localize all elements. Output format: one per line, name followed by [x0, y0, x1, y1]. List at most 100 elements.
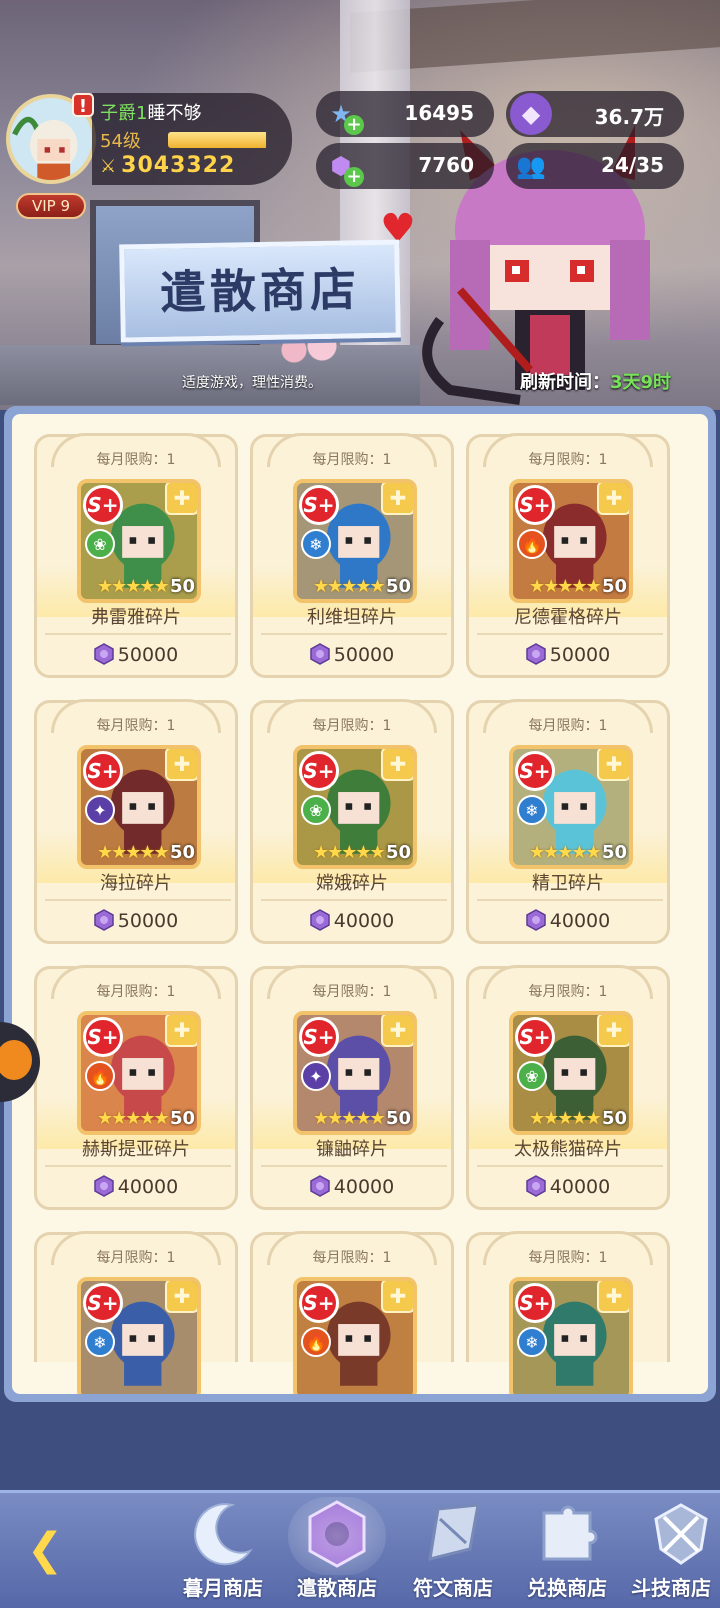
- puzzle-icon: [532, 1499, 602, 1569]
- star-currency-value: 16495: [404, 101, 474, 125]
- nav-tab[interactable]: 暮月商店: [164, 1493, 282, 1608]
- hero-shard-portrait[interactable]: S+ ❄ ✚ ★★★★★ 50: [509, 745, 633, 869]
- item-name: 嫦娥碎片: [316, 873, 388, 894]
- puzzle-piece-icon: ✚: [381, 749, 413, 781]
- hero-shard-portrait[interactable]: S+ ❄ ✚: [77, 1277, 201, 1394]
- hero-shard-portrait[interactable]: S+ 🔥 ✚ ★★★★★ 50: [77, 1011, 201, 1135]
- item-price[interactable]: 40000: [253, 909, 451, 932]
- assistant-face-icon: [0, 1040, 32, 1080]
- store-item-card[interactable]: 每月限购：1 S+ ❀ ✚ ★★★★★ 50 太极熊猫碎片 40000: [466, 965, 670, 1210]
- nav-tab[interactable]: 符文商店: [394, 1493, 512, 1608]
- hero-shard-portrait[interactable]: S+ ❄ ✚ ★★★★★ 50: [293, 479, 417, 603]
- price-value: 40000: [117, 1176, 179, 1198]
- price-divider: [477, 1165, 663, 1167]
- nav-tab[interactable]: 兑换商店: [508, 1493, 626, 1608]
- price-value: 40000: [549, 1176, 611, 1198]
- hero-shard-portrait[interactable]: S+ ✦ ✚ ★★★★★ 50: [77, 745, 201, 869]
- gem-currency[interactable]: ⬢ + 7760: [316, 143, 494, 189]
- item-name: 弗雷雅碎片: [91, 607, 181, 628]
- combat-power-value: 3043322: [121, 153, 236, 178]
- puzzle-piece-icon: ✚: [165, 1281, 197, 1313]
- store-item-card[interactable]: 每月限购：1 S+ ❄ ✚: [34, 1231, 238, 1394]
- crossed-swords-icon: ⚔: [100, 156, 118, 177]
- store-item-card[interactable]: 每月限购：1 S+ ❄ ✚ ★★★★★ 50 精卫碎片 40000: [466, 699, 670, 944]
- price-divider: [45, 633, 231, 635]
- add-gem-button[interactable]: +: [344, 167, 364, 187]
- price-value: 50000: [117, 644, 179, 666]
- item-price[interactable]: 40000: [469, 1175, 667, 1198]
- back-arrow-icon[interactable]: ❮: [18, 1523, 72, 1577]
- hero-shard-portrait[interactable]: S+ ❄ ✚: [509, 1277, 633, 1394]
- puzzle-piece-icon: ✚: [381, 1281, 413, 1313]
- store-item-card[interactable]: 每月限购：1 S+ ❄ ✚ ★★★★★ 50 利维坦碎片 50000: [250, 433, 454, 678]
- puzzle-piece-icon: ✚: [381, 1015, 413, 1047]
- purchase-limit: 每月限购：1: [312, 452, 392, 468]
- purchase-limit: 每月限购：1: [312, 718, 392, 734]
- rank-badge: S+: [515, 1017, 555, 1057]
- store-item-card[interactable]: 每月限购：1 S+ ❄ ✚: [466, 1231, 670, 1394]
- store-panel: 每月限购：1 S+ ❀ ✚ ★★★★★ 50 弗雷雅碎片 50000 每月限购：1 S+ ❄ ✚ ★★★…: [4, 406, 716, 1402]
- price-value: 50000: [333, 644, 395, 666]
- rank-badge: S+: [83, 485, 123, 525]
- player-info-panel[interactable]: 子爵1睡不够 54级 ⚔ 3043322: [92, 93, 292, 185]
- team-count[interactable]: 👥 24/35: [506, 143, 684, 189]
- hero-shard-portrait[interactable]: S+ ❀ ✚ ★★★★★ 50: [77, 479, 201, 603]
- item-price[interactable]: 50000: [37, 643, 235, 666]
- puzzle-piece-icon: ✚: [381, 483, 413, 515]
- moon-icon: [188, 1499, 258, 1569]
- store-item-list[interactable]: 每月限购：1 S+ ❀ ✚ ★★★★★ 50 弗雷雅碎片 50000 每月限购：1 S+ ❄ ✚ ★★★…: [12, 414, 708, 1394]
- dark-element-icon: ✦: [301, 1061, 331, 1091]
- add-star-button[interactable]: +: [344, 115, 364, 135]
- hero-level: 50: [601, 842, 627, 863]
- rank-badge: S+: [299, 1017, 339, 1057]
- crystal-icon: ◆: [510, 93, 552, 135]
- crystal-currency[interactable]: ◆ 36.7万: [506, 91, 684, 137]
- ice-element-icon: ❄: [517, 795, 547, 825]
- purchase-limit: 每月限购：1: [312, 1250, 392, 1266]
- item-name: 利维坦碎片: [307, 607, 397, 628]
- store-item-card[interactable]: 每月限购：1 S+ 🔥 ✚: [250, 1231, 454, 1394]
- gem-currency-icon: [310, 643, 330, 665]
- gem-currency-icon: [526, 909, 546, 931]
- puzzle-piece-icon: ✚: [597, 1281, 629, 1313]
- hero-level: 50: [385, 576, 411, 597]
- puzzle-piece-icon: ✚: [597, 1015, 629, 1047]
- team-icon: 👥: [516, 152, 546, 180]
- hero-shard-portrait[interactable]: S+ ❀ ✚ ★★★★★ 50: [293, 745, 417, 869]
- rank-badge: S+: [515, 751, 555, 791]
- nav-tab-label: 斗技商店: [631, 1576, 711, 1600]
- item-price[interactable]: 40000: [253, 1175, 451, 1198]
- hero-level: 50: [601, 1108, 627, 1129]
- vip-badge[interactable]: VIP 9: [16, 193, 86, 219]
- star-currency[interactable]: ★ + 16495: [316, 91, 494, 137]
- item-price[interactable]: 50000: [253, 643, 451, 666]
- store-item-card[interactable]: 每月限购：1 S+ ✦ ✚ ★★★★★ 50 镰鼬碎片 40000: [250, 965, 454, 1210]
- store-item-card[interactable]: 每月限购：1 S+ ❀ ✚ ★★★★★ 50 弗雷雅碎片 50000: [34, 433, 238, 678]
- fire-element-icon: 🔥: [301, 1327, 331, 1357]
- item-name: 海拉碎片: [100, 873, 172, 894]
- item-price[interactable]: 50000: [37, 909, 235, 932]
- hero-shard-portrait[interactable]: S+ ❀ ✚ ★★★★★ 50: [509, 1011, 633, 1135]
- store-item-card[interactable]: 每月限购：1 S+ ❀ ✚ ★★★★★ 50 嫦娥碎片 40000: [250, 699, 454, 944]
- ice-element-icon: ❄: [517, 1327, 547, 1357]
- crystal-icon: [302, 1499, 372, 1569]
- nav-tab[interactable]: 遣散商店: [278, 1493, 396, 1608]
- hero-shard-portrait[interactable]: S+ 🔥 ✚ ★★★★★ 50: [509, 479, 633, 603]
- team-count-value: 24/35: [601, 153, 664, 177]
- alert-badge[interactable]: !: [72, 93, 94, 117]
- store-item-card[interactable]: 每月限购：1 S+ 🔥 ✚ ★★★★★ 50 尼德霍格碎片 50000: [466, 433, 670, 678]
- nav-tab[interactable]: 斗技商店: [622, 1493, 720, 1608]
- store-item-card[interactable]: 每月限购：1 S+ 🔥 ✚ ★★★★★ 50 赫斯提亚碎片 40000: [34, 965, 238, 1210]
- price-value: 40000: [333, 910, 395, 932]
- item-name: 太极熊猫碎片: [514, 1139, 622, 1160]
- item-price[interactable]: 40000: [37, 1175, 235, 1198]
- hero-shard-portrait[interactable]: S+ ✦ ✚ ★★★★★ 50: [293, 1011, 417, 1135]
- item-price[interactable]: 40000: [469, 909, 667, 932]
- hero-shard-portrait[interactable]: S+ 🔥 ✚: [293, 1277, 417, 1394]
- arena-icon: [646, 1499, 716, 1569]
- store-item-card[interactable]: 每月限购：1 S+ ✦ ✚ ★★★★★ 50 海拉碎片 50000: [34, 699, 238, 944]
- refresh-value: 3天9时: [610, 372, 672, 393]
- item-price[interactable]: 50000: [469, 643, 667, 666]
- dark-element-icon: ✦: [85, 795, 115, 825]
- nav-tab-label: 符文商店: [413, 1576, 493, 1600]
